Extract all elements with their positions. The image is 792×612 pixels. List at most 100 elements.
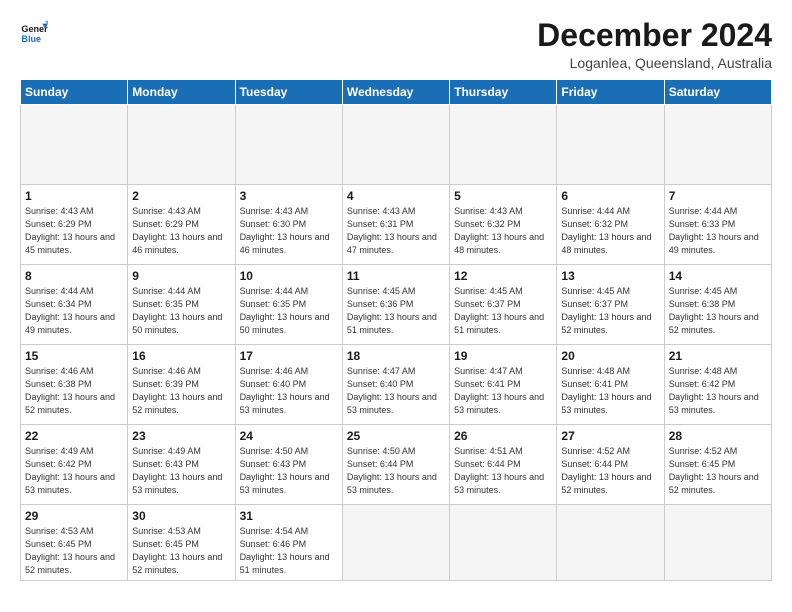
calendar-day-cell: 28Sunrise: 4:52 AM Sunset: 6:45 PM Dayli… [664,425,771,505]
calendar-day-cell: 1Sunrise: 4:43 AM Sunset: 6:29 PM Daylig… [21,185,128,265]
day-info: Sunrise: 4:47 AM Sunset: 6:41 PM Dayligh… [454,365,552,417]
day-info: Sunrise: 4:50 AM Sunset: 6:43 PM Dayligh… [240,445,338,497]
calendar-day-cell: 25Sunrise: 4:50 AM Sunset: 6:44 PM Dayli… [342,425,449,505]
day-header-sunday: Sunday [21,80,128,105]
day-number: 12 [454,269,552,283]
calendar-day-cell: 6Sunrise: 4:44 AM Sunset: 6:32 PM Daylig… [557,185,664,265]
day-info: Sunrise: 4:48 AM Sunset: 6:42 PM Dayligh… [669,365,767,417]
day-header-thursday: Thursday [450,80,557,105]
calendar-day-cell [342,105,449,185]
day-info: Sunrise: 4:47 AM Sunset: 6:40 PM Dayligh… [347,365,445,417]
calendar-day-cell: 31 Sunrise: 4:54 AM Sunset: 6:46 PM Dayli… [235,505,342,581]
day-info: Sunrise: 4:44 AM Sunset: 6:34 PM Dayligh… [25,285,123,337]
calendar-day-cell: 17 Sunrise: 4:46 AM Sunset: 6:40 PM Dayli… [235,345,342,425]
day-number: 9 [132,269,230,283]
calendar-day-cell: 12 Sunrise: 4:45 AM Sunset: 6:37 PM Dayli… [450,265,557,345]
day-info: Sunrise: 4:45 AM Sunset: 6:37 PM Dayligh… [454,285,552,337]
calendar-day-cell: 16 Sunrise: 4:46 AM Sunset: 6:39 PM Dayli… [128,345,235,425]
calendar-day-cell [342,505,449,581]
day-info: Sunrise: 4:46 AM Sunset: 6:39 PM Dayligh… [132,365,230,417]
calendar-week-row: 8 Sunrise: 4:44 AM Sunset: 6:34 PM Daylig… [21,265,772,345]
day-info: Sunrise: 4:46 AM Sunset: 6:38 PM Dayligh… [25,365,123,417]
day-info: Sunrise: 4:49 AM Sunset: 6:43 PM Dayligh… [132,445,230,497]
day-header-friday: Friday [557,80,664,105]
day-number: 23 [132,429,230,443]
calendar-day-cell [235,105,342,185]
calendar-week-row: 22 Sunrise: 4:49 AM Sunset: 6:42 PM Dayli… [21,425,772,505]
calendar-day-cell: 15 Sunrise: 4:46 AM Sunset: 6:38 PM Dayli… [21,345,128,425]
calendar-day-cell: 2Sunrise: 4:43 AM Sunset: 6:29 PM Daylig… [128,185,235,265]
day-number: 2 [132,189,230,203]
calendar-day-cell [557,505,664,581]
day-info: Sunrise: 4:45 AM Sunset: 6:37 PM Dayligh… [561,285,659,337]
day-number: 16 [132,349,230,363]
header: General Blue December 2024 Loganlea, Que… [20,18,772,71]
calendar-day-cell: 26Sunrise: 4:51 AM Sunset: 6:44 PM Dayli… [450,425,557,505]
day-info: Sunrise: 4:54 AM Sunset: 6:46 PM Dayligh… [240,525,338,577]
day-number: 27 [561,429,659,443]
calendar-day-cell [557,105,664,185]
day-number: 15 [25,349,123,363]
day-header-tuesday: Tuesday [235,80,342,105]
svg-text:Blue: Blue [21,34,41,44]
calendar-day-cell: 22 Sunrise: 4:49 AM Sunset: 6:42 PM Dayli… [21,425,128,505]
calendar-day-cell: 30 Sunrise: 4:53 AM Sunset: 6:45 PM Dayli… [128,505,235,581]
calendar-day-cell: 13 Sunrise: 4:45 AM Sunset: 6:37 PM Dayli… [557,265,664,345]
day-info: Sunrise: 4:49 AM Sunset: 6:42 PM Dayligh… [25,445,123,497]
day-number: 10 [240,269,338,283]
day-header-saturday: Saturday [664,80,771,105]
calendar-day-cell: 24 Sunrise: 4:50 AM Sunset: 6:43 PM Dayli… [235,425,342,505]
calendar-day-cell: 27Sunrise: 4:52 AM Sunset: 6:44 PM Dayli… [557,425,664,505]
calendar-table: SundayMondayTuesdayWednesdayThursdayFrid… [20,79,772,581]
page: General Blue December 2024 Loganlea, Que… [0,0,792,612]
day-info: Sunrise: 4:43 AM Sunset: 6:30 PM Dayligh… [240,205,338,257]
day-info: Sunrise: 4:44 AM Sunset: 6:35 PM Dayligh… [240,285,338,337]
logo-icon: General Blue [20,18,48,46]
calendar-day-cell [128,105,235,185]
calendar-day-cell [664,505,771,581]
day-number: 25 [347,429,445,443]
day-info: Sunrise: 4:53 AM Sunset: 6:45 PM Dayligh… [132,525,230,577]
day-info: Sunrise: 4:44 AM Sunset: 6:35 PM Dayligh… [132,285,230,337]
day-number: 19 [454,349,552,363]
day-info: Sunrise: 4:43 AM Sunset: 6:31 PM Dayligh… [347,205,445,257]
calendar-day-cell [450,505,557,581]
day-info: Sunrise: 4:46 AM Sunset: 6:40 PM Dayligh… [240,365,338,417]
day-number: 3 [240,189,338,203]
calendar-header-row: SundayMondayTuesdayWednesdayThursdayFrid… [21,80,772,105]
day-number: 22 [25,429,123,443]
calendar-day-cell: 21 Sunrise: 4:48 AM Sunset: 6:42 PM Dayli… [664,345,771,425]
calendar-day-cell [450,105,557,185]
day-info: Sunrise: 4:45 AM Sunset: 6:38 PM Dayligh… [669,285,767,337]
day-number: 14 [669,269,767,283]
day-number: 13 [561,269,659,283]
calendar-day-cell: 5Sunrise: 4:43 AM Sunset: 6:32 PM Daylig… [450,185,557,265]
day-info: Sunrise: 4:44 AM Sunset: 6:33 PM Dayligh… [669,205,767,257]
calendar-day-cell: 10 Sunrise: 4:44 AM Sunset: 6:35 PM Dayli… [235,265,342,345]
calendar-day-cell: 9 Sunrise: 4:44 AM Sunset: 6:35 PM Daylig… [128,265,235,345]
day-number: 8 [25,269,123,283]
day-header-wednesday: Wednesday [342,80,449,105]
day-number: 30 [132,509,230,523]
day-number: 24 [240,429,338,443]
calendar-day-cell: 19 Sunrise: 4:47 AM Sunset: 6:41 PM Dayli… [450,345,557,425]
day-info: Sunrise: 4:43 AM Sunset: 6:32 PM Dayligh… [454,205,552,257]
calendar-day-cell: 29Sunrise: 4:53 AM Sunset: 6:45 PM Dayli… [21,505,128,581]
day-number: 1 [25,189,123,203]
day-number: 29 [25,509,123,523]
day-info: Sunrise: 4:45 AM Sunset: 6:36 PM Dayligh… [347,285,445,337]
title-block: December 2024 Loganlea, Queensland, Aust… [537,18,772,71]
calendar-day-cell: 23 Sunrise: 4:49 AM Sunset: 6:43 PM Dayli… [128,425,235,505]
calendar-week-row: 29 Sunrise: 4:53 AM Sunset: 6:45 PM Dayli… [21,505,772,581]
day-info: Sunrise: 4:52 AM Sunset: 6:45 PM Dayligh… [669,445,767,497]
calendar-day-cell: 7Sunrise: 4:44 AM Sunset: 6:33 PM Daylig… [664,185,771,265]
calendar-day-cell: 8 Sunrise: 4:44 AM Sunset: 6:34 PM Daylig… [21,265,128,345]
location-subtitle: Loganlea, Queensland, Australia [537,55,772,71]
day-number: 17 [240,349,338,363]
day-number: 21 [669,349,767,363]
day-number: 6 [561,189,659,203]
day-number: 31 [240,509,338,523]
calendar-week-row: 15 Sunrise: 4:46 AM Sunset: 6:38 PM Dayli… [21,345,772,425]
day-number: 18 [347,349,445,363]
logo: General Blue [20,18,50,46]
